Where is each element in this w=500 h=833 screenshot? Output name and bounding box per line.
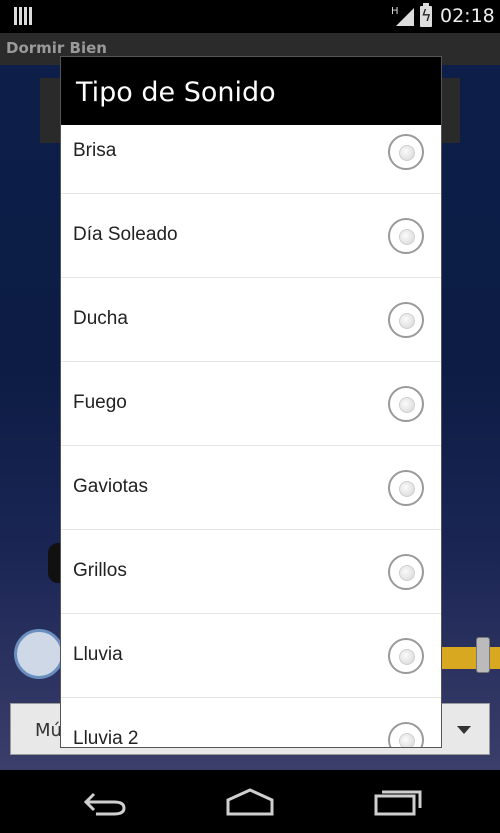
navigation-bar (0, 770, 500, 833)
radio-button[interactable] (388, 386, 424, 422)
radio-button[interactable] (388, 638, 424, 674)
radio-button[interactable] (388, 554, 424, 590)
sound-list[interactable]: Brisa Día Soleado Ducha Fuego Gaviotas G… (61, 125, 441, 748)
list-item-lluvia-2[interactable]: Lluvia 2 (61, 698, 441, 748)
list-item-fuego[interactable]: Fuego (61, 362, 441, 446)
list-item-label: Lluvia (73, 644, 123, 665)
list-item-lluvia[interactable]: Lluvia (61, 614, 441, 698)
clock-icon (14, 629, 64, 679)
list-item-gaviotas[interactable]: Gaviotas (61, 446, 441, 530)
music-selector-text: Mú (35, 720, 62, 741)
radio-button[interactable] (388, 302, 424, 338)
list-item-label: Día Soleado (73, 224, 178, 245)
list-item-label: Ducha (73, 308, 128, 329)
dropdown-arrow-icon (457, 726, 471, 734)
list-item-label: Fuego (73, 392, 127, 413)
radio-button[interactable] (388, 470, 424, 506)
radio-button[interactable] (388, 218, 424, 254)
list-item-label: Brisa (73, 140, 117, 161)
volume-slider-knob[interactable] (476, 637, 490, 673)
sim-card-icon (14, 7, 32, 25)
recent-apps-icon[interactable] (368, 784, 428, 820)
radio-button[interactable] (388, 134, 424, 170)
list-item-label: Grillos (73, 560, 127, 581)
sound-type-dialog: Tipo de Sonido Brisa Día Soleado Ducha F… (60, 56, 442, 748)
list-item-label: Lluvia 2 (73, 728, 139, 748)
radio-button[interactable] (388, 722, 424, 747)
list-item-label: Gaviotas (73, 476, 148, 497)
home-icon[interactable] (220, 784, 280, 820)
back-icon[interactable] (74, 784, 134, 820)
list-item-dia-soleado[interactable]: Día Soleado (61, 194, 441, 278)
signal-icon (396, 8, 414, 26)
status-time: 02:18 (440, 5, 495, 27)
status-bar: H ϟ 02:18 (0, 0, 500, 33)
list-item-ducha[interactable]: Ducha (61, 278, 441, 362)
list-item-brisa[interactable]: Brisa (61, 125, 441, 194)
volume-slider-track[interactable] (440, 647, 500, 669)
list-item-grillos[interactable]: Grillos (61, 530, 441, 614)
dialog-title: Tipo de Sonido (61, 57, 441, 125)
